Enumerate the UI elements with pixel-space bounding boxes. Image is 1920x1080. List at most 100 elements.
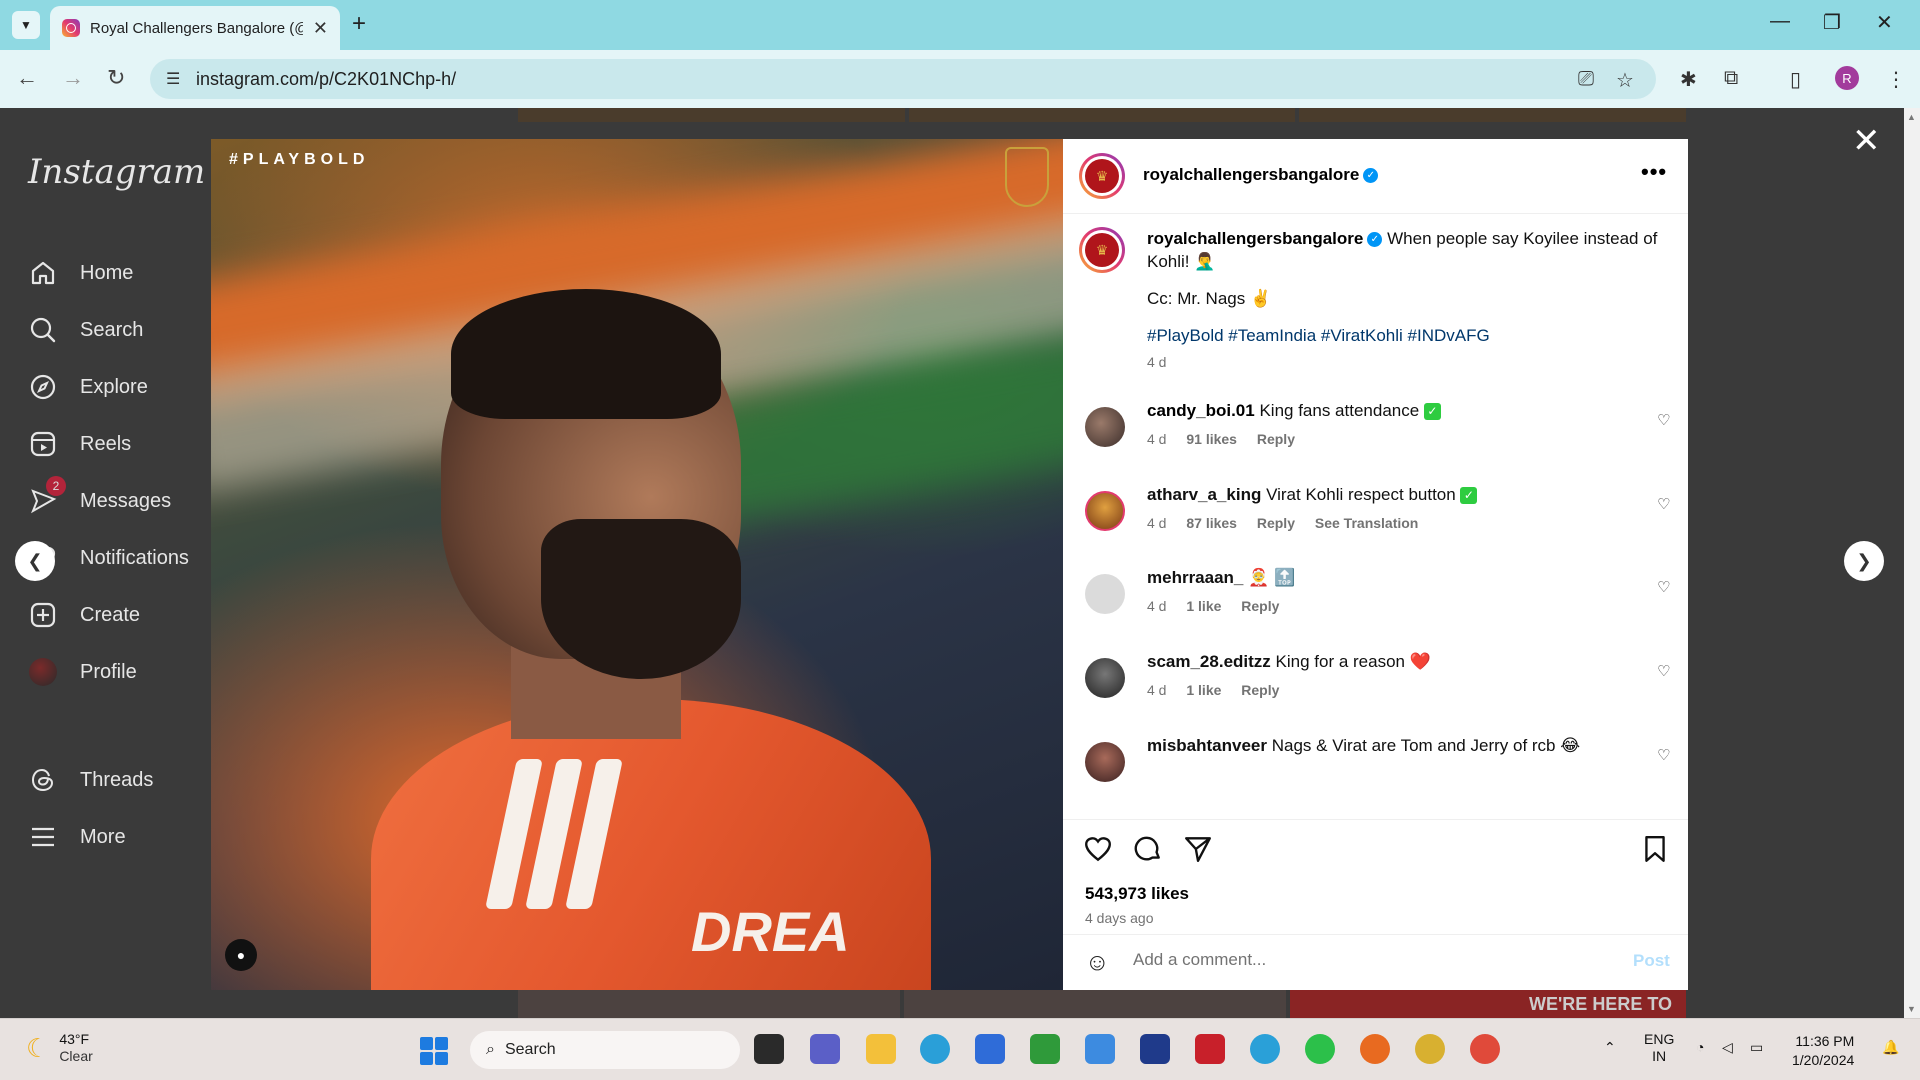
close-modal-button[interactable]: ✕ [1852,124,1881,158]
close-tab-icon[interactable]: ✕ [313,18,328,39]
tagged-user-icon[interactable]: ● [225,939,257,971]
like-comment-heart-icon[interactable]: ♡ [1657,411,1670,429]
caption-author[interactable]: royalchallengersbangalore [1147,229,1363,248]
wifi-icon[interactable]: ◔ [1696,1039,1704,1056]
l-app-icon[interactable] [1140,1034,1170,1064]
volume-icon[interactable]: ◁ [1722,1039,1733,1056]
show-hidden-icons-chevron-icon[interactable]: ⌃ [1604,1039,1616,1056]
commenter-avatar[interactable] [1085,658,1125,698]
profile-avatar[interactable]: R [1835,66,1859,90]
firefox-icon[interactable] [1360,1034,1390,1064]
bookmark-star-icon[interactable]: ☆ [1616,68,1634,93]
whatsapp-icon[interactable] [1305,1034,1335,1064]
author-avatar[interactable]: ♛ [1079,153,1125,199]
commenter-username[interactable]: scam_28.editzz [1147,652,1271,671]
sidebar-item-threads[interactable]: Threads [28,765,153,795]
comment-likes[interactable]: 91 likes [1186,431,1237,447]
battery-icon[interactable]: ▭ [1750,1039,1763,1056]
commenter-username[interactable]: atharv_a_king [1147,485,1261,504]
emoji-icon[interactable]: ☺ [1085,949,1110,977]
reply-button[interactable]: Reply [1257,431,1295,447]
tab-search-button[interactable]: ▼ [12,11,40,39]
side-panel-icon[interactable]: ▯ [1790,67,1801,92]
minimize-button[interactable]: — [1770,10,1790,33]
close-window-button[interactable]: ✕ [1876,10,1893,35]
like-comment-heart-icon[interactable]: ♡ [1657,578,1670,596]
commenter-avatar[interactable] [1085,491,1125,531]
store-icon[interactable] [975,1034,1005,1064]
teams-icon[interactable] [810,1034,840,1064]
like-comment-heart-icon[interactable]: ♡ [1657,662,1670,680]
notification-bell-icon[interactable]: 🔔 [1882,1039,1899,1056]
file-explorer-icon[interactable] [866,1034,896,1064]
likes-count[interactable]: 543,973 likes [1085,884,1189,904]
sidebar-item-profile[interactable]: Profile [28,657,137,687]
share-button[interactable] [1183,834,1213,869]
install-app-icon[interactable]: ⎚ [1578,68,1594,91]
site-info-icon[interactable]: ☰ [166,69,180,89]
extension-bug-icon[interactable]: ✱ [1680,67,1697,92]
commenter-username[interactable]: candy_boi.01 [1147,401,1255,420]
sidebar-item-explore[interactable]: Explore [28,372,148,402]
reply-button[interactable]: Reply [1241,682,1279,698]
like-button[interactable] [1083,834,1113,869]
post-comment-button[interactable]: Post [1633,951,1670,971]
save-button[interactable] [1641,834,1669,869]
telegram-icon[interactable] [1250,1034,1280,1064]
more-options-button[interactable]: ••• [1641,159,1667,185]
commenter-username[interactable]: misbahtanveer [1147,736,1267,755]
menu-kebab-icon[interactable]: ⋮ [1886,67,1906,92]
sidebar-item-home[interactable]: Home [28,258,133,288]
commenter-username[interactable]: mehrraaan_ [1147,568,1243,587]
forward-button[interactable]: → [62,65,84,91]
language-indicator[interactable]: ENG IN [1644,1031,1674,1065]
address-bar[interactable]: ☰ instagram.com/p/C2K01NChp-h/ ⎚ ☆ [150,59,1656,99]
scroll-down-icon[interactable]: ▼ [1907,1004,1916,1014]
taskbar-search[interactable]: ⌕ Search [470,1031,740,1069]
see-translation-button[interactable]: See Translation [1315,515,1418,531]
reply-button[interactable]: Reply [1241,598,1279,614]
comment-likes[interactable]: 87 likes [1186,515,1237,531]
edge-icon[interactable] [920,1034,950,1064]
comment-input[interactable] [1133,950,1593,970]
author-avatar[interactable]: ♛ [1079,227,1125,273]
next-post-button[interactable]: ❯ [1844,541,1884,581]
like-comment-heart-icon[interactable]: ♡ [1657,495,1670,513]
browser-tab[interactable]: Royal Challengers Bangalore (@ ✕ [50,6,340,50]
xbox-icon[interactable] [1030,1034,1060,1064]
sidebar-item-reels[interactable]: Reels [28,429,131,459]
sidebar-item-more[interactable]: More [28,822,126,852]
author-username[interactable]: royalchallengersbangalore [1143,165,1359,184]
reload-button[interactable]: ↻ [107,65,125,91]
page-scrollbar[interactable]: ▲ ▼ [1904,108,1920,1018]
start-button[interactable] [420,1037,448,1065]
comment-likes[interactable]: 1 like [1186,598,1221,614]
sidebar-item-create[interactable]: Create [28,600,140,630]
scroll-up-icon[interactable]: ▲ [1907,112,1916,122]
new-tab-button[interactable]: + [352,12,366,36]
back-button[interactable]: ← [16,65,38,91]
restore-button[interactable]: ❐ [1823,10,1841,35]
comment-button[interactable] [1133,834,1163,869]
sidebar-item-search[interactable]: Search [28,315,143,345]
photos-icon[interactable] [1085,1034,1115,1064]
mcafee-icon[interactable] [1195,1034,1225,1064]
comments-list[interactable]: ♛ royalchallengersbangalore ✓ When people… [1063,215,1688,819]
chrome-profile-icon[interactable] [1470,1034,1500,1064]
commenter-avatar[interactable] [1085,742,1125,782]
extensions-puzzle-icon[interactable]: ⧉ [1724,67,1738,90]
previous-post-button[interactable]: ❮ [15,541,55,581]
commenter-avatar[interactable] [1085,574,1125,614]
like-comment-heart-icon[interactable]: ♡ [1657,746,1670,764]
caption-hashtags[interactable]: #PlayBold #TeamIndia #ViratKohli #INDvAF… [1147,324,1667,347]
weather-widget[interactable]: ☾ 43°F Clear [26,1031,93,1065]
instagram-logo[interactable]: Instagram [28,152,205,192]
task-view-icon[interactable] [754,1034,784,1064]
url-text[interactable]: instagram.com/p/C2K01NChp-h/ [196,69,456,90]
post-image[interactable]: DREA #PLAYBOLD ● [211,139,1063,990]
system-clock[interactable]: 11:36 PM 1/20/2024 [1792,1032,1854,1070]
chrome-icon[interactable] [1415,1034,1445,1064]
reply-button[interactable]: Reply [1257,515,1295,531]
commenter-avatar[interactable] [1085,407,1125,447]
comment-likes[interactable]: 1 like [1186,682,1221,698]
